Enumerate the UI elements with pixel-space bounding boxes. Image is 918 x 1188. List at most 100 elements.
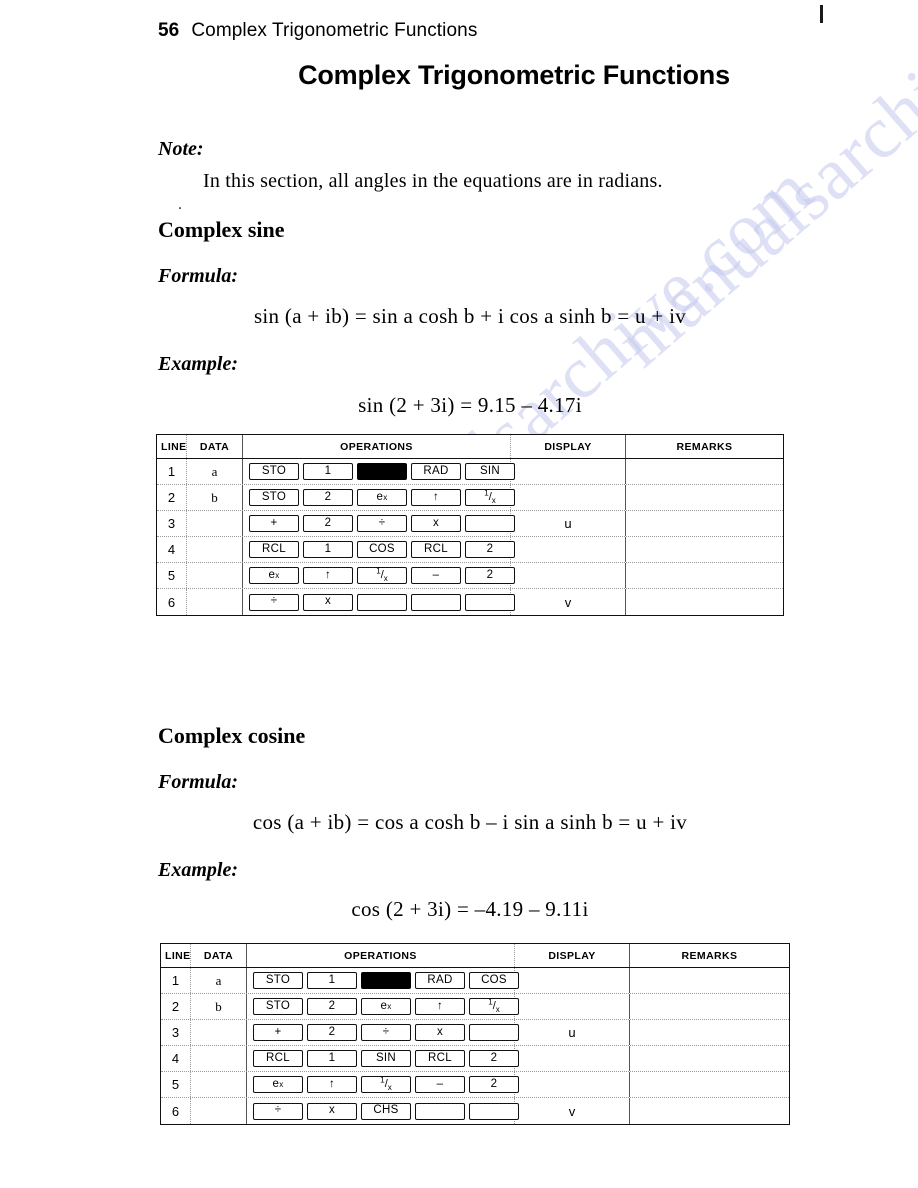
key-2: 2: [307, 998, 357, 1015]
section-heading-complex-sine: Complex sine: [158, 217, 285, 242]
cell-remarks: [626, 563, 783, 588]
key-multiply: x: [303, 593, 353, 611]
document-page: 56 Complex Trigonometric Functions Comple…: [0, 0, 918, 1188]
key-blank: [469, 1024, 519, 1041]
cell-line-number: 4: [157, 537, 187, 562]
page-title: Complex Trigonometric Functions: [298, 60, 730, 90]
cell-operations: STO 2 e x ↑ 1/x: [243, 485, 515, 510]
key-enter-up-arrow: ↑: [411, 489, 461, 506]
running-head-title: Complex Trigonometric Functions: [191, 20, 478, 41]
cell-display: [511, 485, 626, 510]
cell-operations: STO 2 e x ↑ 1/x: [247, 994, 519, 1019]
table-row: 5 e x ↑ 1/x –2: [157, 563, 783, 589]
cell-display: [515, 1072, 630, 1097]
cell-operations: e x ↑ 1/x –2: [247, 1072, 519, 1097]
cell-operations: ÷ x CHS: [247, 1098, 519, 1124]
key-divide: ÷: [357, 515, 407, 532]
cell-data: b: [187, 485, 243, 510]
example-sine: sin (2 + 3i) = 9.15 – 4.17i: [358, 393, 582, 417]
cell-remarks: [626, 459, 783, 484]
key-e-to-the-x: ex: [249, 567, 299, 584]
cell-display: [511, 563, 626, 588]
key-enter-up-arrow: ↑: [307, 1076, 357, 1093]
key-blacked-out: [361, 972, 411, 989]
key-blank: [357, 593, 407, 611]
cell-operations: e x ↑ 1/x –2: [243, 563, 515, 588]
note-text: In this section, all angles in the equat…: [203, 170, 663, 192]
running-head: 56 Complex Trigonometric Functions: [158, 20, 477, 42]
key-blank: [469, 1102, 519, 1120]
key-minus: –: [415, 1076, 465, 1093]
table-row: 4 RCL 1 SIN RCL 2: [161, 1046, 789, 1072]
column-header-remarks: REMARKS: [681, 949, 738, 962]
key-enter-up-arrow: ↑: [415, 998, 465, 1015]
cell-remarks: [630, 1098, 789, 1124]
cell-operations: ÷ x: [243, 589, 515, 615]
key-2: 2: [465, 567, 515, 584]
formula-label-cosine: Formula:: [158, 771, 239, 793]
cell-line-number: 1: [157, 459, 187, 484]
key-rcl: RCL: [411, 541, 461, 558]
table-body: 1 a STO 1 RAD SIN 2 b STO 2 e x ↑ 1/x 3 +2 ÷ x u 4 RCL 1 COS RC…: [157, 459, 783, 615]
table-row: 2 b STO 2 e x ↑ 1/x: [161, 994, 789, 1020]
key-2: 2: [307, 1024, 357, 1041]
key-reciprocal: 1/x: [357, 567, 407, 584]
key-multiply: x: [307, 1102, 357, 1120]
key-multiply: x: [415, 1024, 465, 1041]
cell-remarks: [630, 994, 789, 1019]
key-1: 1: [303, 541, 353, 558]
key-reciprocal: 1/x: [361, 1076, 411, 1093]
cell-remarks: [630, 1020, 789, 1045]
key-plus: +: [253, 1024, 303, 1041]
column-header-operations: OPERATIONS: [243, 435, 511, 458]
key-sin: SIN: [361, 1050, 411, 1067]
column-header-remarks: REMARKS: [676, 440, 733, 453]
cell-data: [187, 511, 243, 536]
key-blank: [465, 515, 515, 532]
key-1: 1: [307, 1050, 357, 1067]
cell-line-number: 5: [157, 563, 187, 588]
key-enter-up-arrow: ↑: [303, 567, 353, 584]
key-sto: STO: [249, 489, 299, 506]
key-sto: STO: [253, 972, 303, 989]
column-header-display: DISPLAY: [515, 944, 630, 967]
key-divide: ÷: [249, 593, 299, 611]
cell-line-number: 2: [157, 485, 187, 510]
cell-line-number: 6: [161, 1098, 191, 1124]
cell-display: v: [511, 589, 626, 615]
key-sto: STO: [249, 463, 299, 480]
formula-cosine: cos (a + ib) = cos a cosh b – i sin a si…: [252, 810, 688, 834]
key-cos: COS: [357, 541, 407, 558]
table-row: 3 +2 ÷ x u: [161, 1020, 789, 1046]
cell-data: [191, 1046, 247, 1071]
example-label-sine: Example:: [158, 353, 238, 375]
cell-display: [515, 968, 630, 993]
cell-operations: STO 1 RAD COS: [247, 968, 519, 993]
formula-sine: sin (a + ib) = sin a cosh b + i cos a si…: [253, 304, 687, 328]
table-header-row: LINE DATA OPERATIONS DISPLAY REMARKS: [157, 435, 783, 459]
column-header-data: DATA: [187, 435, 243, 458]
key-rad: RAD: [411, 463, 461, 480]
table-row: 4 RCL 1 COS RCL 2: [157, 537, 783, 563]
keystroke-table-cosine: LINE DATA OPERATIONS DISPLAY REMARKS 1aS…: [160, 943, 790, 1125]
cell-line-number: 5: [161, 1072, 191, 1097]
cell-operations: +2 ÷ x: [243, 511, 515, 536]
table-row: 5 e x ↑ 1/x –2: [161, 1072, 789, 1098]
key-blank: [411, 593, 461, 611]
key-divide: ÷: [361, 1024, 411, 1041]
cell-display: [511, 537, 626, 562]
cell-remarks: [626, 589, 783, 615]
key-2: 2: [303, 489, 353, 506]
table-row: 6 ÷ x v: [157, 589, 783, 615]
column-header-display: DISPLAY: [511, 435, 626, 458]
formula-label-sine: Formula:: [158, 265, 239, 287]
column-header-operations: OPERATIONS: [247, 944, 515, 967]
page-number: 56: [158, 20, 180, 41]
cell-line-number: 2: [161, 994, 191, 1019]
key-sto: STO: [253, 998, 303, 1015]
cell-remarks: [630, 968, 789, 993]
table-body: 1 a STO 1 RAD COS 2 b STO 2 e x ↑ 1/x 3 +2 ÷ x u 4 RCL 1 SIN RC…: [161, 968, 789, 1124]
key-reciprocal: 1/x: [469, 998, 519, 1015]
cell-line-number: 3: [161, 1020, 191, 1045]
cell-data: [187, 589, 243, 615]
